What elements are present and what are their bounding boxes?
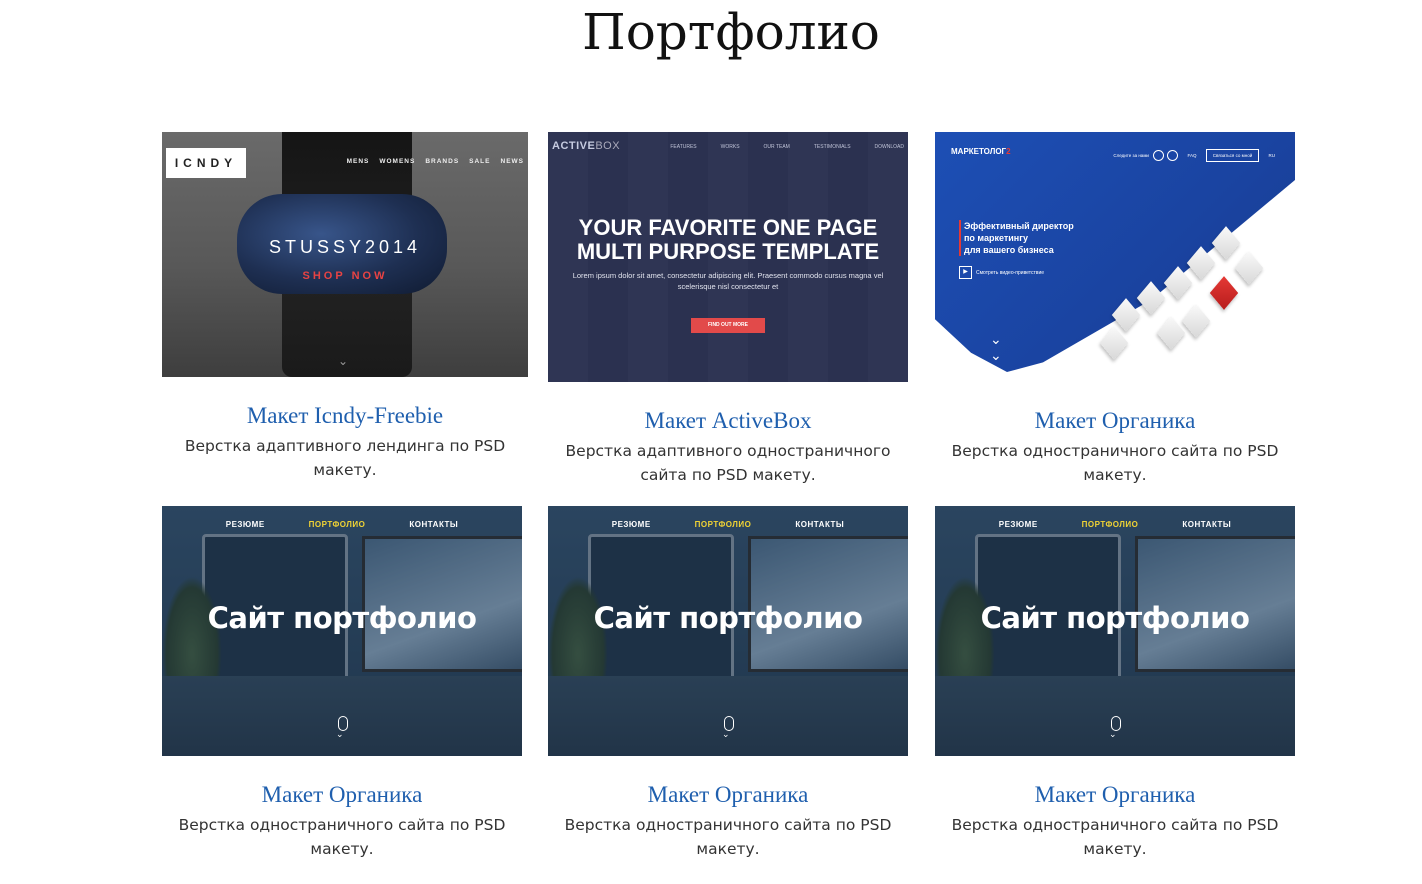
card-title[interactable]: Макет Органика xyxy=(935,407,1295,435)
card-description: Верстка адаптивного лендинга по PSD маке… xyxy=(184,437,506,479)
mouse-scroll-icon xyxy=(1111,716,1121,731)
portfolio-thumb-hero: Сайт портфолио xyxy=(980,601,1250,635)
card-title[interactable]: Макет Органика xyxy=(162,781,522,809)
thumbnail-activebox[interactable]: ACTIVEBOX FEATURES WORKS OUR TEAM TESTIMONI… xyxy=(548,132,908,382)
activebox-headline: YOUR FAVORITE ONE PAGE MULTI PURPOSE TEM… xyxy=(576,215,880,264)
facebook-icon xyxy=(1153,150,1165,162)
card-title[interactable]: Макет Органика xyxy=(935,781,1295,809)
portfolio-card-marketolog: МАРКЕТОЛОГ2 Следите за нами FAQ Связатьс… xyxy=(935,132,1295,487)
thumbnail-portfolio[interactable]: РЕЗЮМЕ ПОРТФОЛИО КОНТАКТЫ Сайт портфолио ⌄ xyxy=(548,506,908,756)
cube-decoration xyxy=(1181,304,1211,338)
icndy-logo: ICNDY xyxy=(166,148,246,178)
card-description: Верстка одностраничного сайта по PSD мак… xyxy=(951,442,1279,484)
activebox-nav: FEATURES WORKS OUR TEAM TESTIMONIALS DOWNLOA… xyxy=(670,144,904,150)
instagram-icon xyxy=(1167,150,1179,162)
card-description: Верстка одностраничного сайта по PSD мак… xyxy=(951,816,1279,858)
card-title[interactable]: Макет Органика xyxy=(548,781,908,809)
chevron-down-icon: ⌄ xyxy=(336,730,344,740)
thumbnail-icndy[interactable]: ICNDY MENS WOMENS BRANDS SALE NEWS STUSSY201… xyxy=(162,132,528,377)
chevron-down-icon: ⌄ xyxy=(1109,730,1117,740)
play-icon: ▶ xyxy=(959,266,972,279)
chevron-down-icon: ⌄ xyxy=(722,730,730,740)
double-chevron-down-icon: ⌄ ⌄ xyxy=(990,332,1002,364)
portfolio-card-portfolio-2: РЕЗЮМЕ ПОРТФОЛИО КОНТАКТЫ Сайт портфолио ⌄… xyxy=(548,506,908,861)
marketolog-hero-text: Эффективный директор по маркетингу для в… xyxy=(959,220,1074,256)
portfolio-thumb-nav: РЕЗЮМЕ ПОРТФОЛИО КОНТАКТЫ xyxy=(225,520,459,529)
cube-decoration xyxy=(1156,316,1186,350)
portfolio-card-portfolio-3: РЕЗЮМЕ ПОРТФОЛИО КОНТАКТЫ Сайт портфолио ⌄… xyxy=(935,506,1295,861)
marketolog-logo: МАРКЕТОЛОГ2 xyxy=(951,147,1011,156)
icndy-brand-text: STUSSY2014 xyxy=(268,237,422,257)
thumbnail-marketolog[interactable]: МАРКЕТОЛОГ2 Следите за нами FAQ Связатьс… xyxy=(935,132,1295,382)
cube-decoration xyxy=(1099,326,1129,360)
thumbnail-portfolio[interactable]: РЕЗЮМЕ ПОРТФОЛИО КОНТАКТЫ Сайт портфолио ⌄ xyxy=(162,506,522,756)
card-title[interactable]: Макет ActiveBox xyxy=(548,407,908,435)
cube-decoration xyxy=(1234,251,1264,285)
portfolio-thumb-hero: Сайт портфолио xyxy=(207,601,477,635)
mouse-scroll-icon xyxy=(338,716,348,731)
icndy-nav: MENS WOMENS BRANDS SALE NEWS xyxy=(346,158,524,165)
portfolio-card-icndy: ICNDY MENS WOMENS BRANDS SALE NEWS STUSSY201… xyxy=(162,132,528,482)
page-title: Портфолио xyxy=(582,3,880,61)
thumbnail-portfolio[interactable]: РЕЗЮМЕ ПОРТФОЛИО КОНТАКТЫ Сайт портфолио ⌄ xyxy=(935,506,1295,756)
portfolio-thumb-nav: РЕЗЮМЕ ПОРТФОЛИО КОНТАКТЫ xyxy=(998,520,1232,529)
card-description: Верстка одностраничного сайта по PSD мак… xyxy=(564,816,892,858)
marketolog-video-link: ▶ Смотреть видео-приветствие xyxy=(959,266,1044,279)
icndy-shop-now: SHOP NOW xyxy=(302,270,388,282)
portfolio-thumb-hero: Сайт портфолио xyxy=(593,601,863,635)
activebox-subtext: Lorem ipsum dolor sit amet, consectetur … xyxy=(572,271,884,291)
cube-decoration-red xyxy=(1209,276,1239,310)
chevron-down-icon: ⌄ xyxy=(338,354,349,368)
mouse-scroll-icon xyxy=(724,716,734,731)
card-description: Верстка одностраничного сайта по PSD мак… xyxy=(178,816,506,858)
activebox-logo: ACTIVEBOX xyxy=(552,140,621,152)
card-description: Верстка адаптивного одностраничного сайт… xyxy=(565,442,891,484)
card-title[interactable]: Макет Icndy-Freebie xyxy=(162,402,528,430)
portfolio-card-portfolio-1: РЕЗЮМЕ ПОРТФОЛИО КОНТАКТЫ Сайт портфолио ⌄… xyxy=(162,506,522,861)
activebox-cta: FIND OUT MORE xyxy=(691,318,765,333)
portfolio-thumb-nav: РЕЗЮМЕ ПОРТФОЛИО КОНТАКТЫ xyxy=(611,520,845,529)
portfolio-card-activebox: ACTIVEBOX FEATURES WORKS OUR TEAM TESTIMONI… xyxy=(548,132,908,487)
marketolog-nav: Следите за нами FAQ Связаться со мной RU xyxy=(1113,149,1275,162)
